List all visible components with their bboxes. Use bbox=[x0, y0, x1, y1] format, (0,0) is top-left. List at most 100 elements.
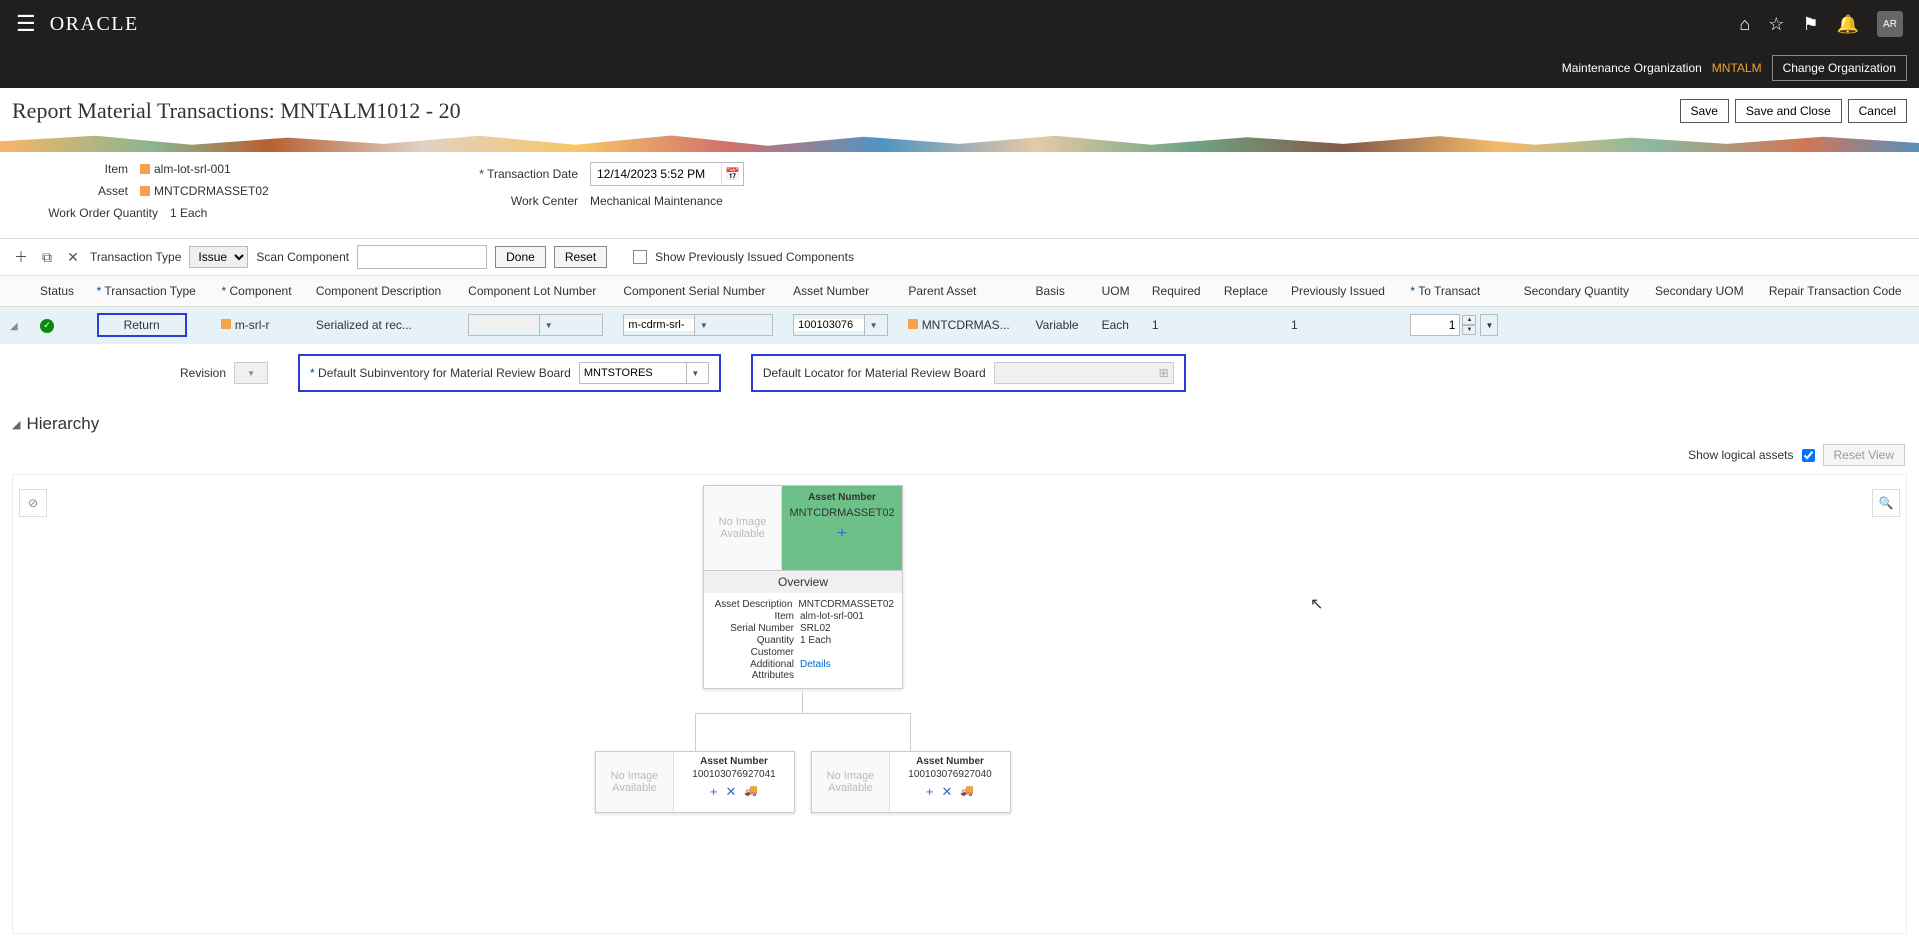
add-icon[interactable]: ＋ bbox=[12, 248, 30, 266]
col-required: Required bbox=[1142, 276, 1214, 307]
cancel-button[interactable]: Cancel bbox=[1848, 99, 1907, 123]
col-txn-type: Transaction Type bbox=[87, 276, 212, 307]
truck-icon[interactable]: 🚚 bbox=[960, 784, 974, 800]
table-row[interactable]: ◢ ✓ Return m-srl-r Serialized at rec... … bbox=[0, 307, 1919, 344]
search-icon[interactable]: ⊞ bbox=[1159, 366, 1169, 380]
asset-num-label: Asset Number bbox=[894, 756, 1006, 767]
txn-type-cell[interactable]: Return bbox=[97, 313, 187, 337]
menu-icon[interactable]: ☰ bbox=[16, 11, 36, 37]
lot-combo[interactable]: ▼ bbox=[468, 314, 603, 336]
connector bbox=[695, 713, 911, 737]
chevron-down-icon[interactable]: ▼ bbox=[1480, 314, 1498, 336]
global-header: ☰ ORACLE ⌂ ☆ ⚑ 🔔 AR bbox=[0, 0, 1919, 48]
chevron-down-icon[interactable]: ▼ bbox=[686, 363, 704, 383]
overview-label: Overview bbox=[704, 570, 902, 593]
spin-up-icon[interactable]: ▲ bbox=[1462, 315, 1476, 325]
status-ok-icon: ✓ bbox=[40, 319, 54, 333]
flag-icon[interactable]: ⚑ bbox=[1802, 14, 1818, 35]
table-toolbar: ＋ ⧉ ✕ Transaction Type Issue Scan Compon… bbox=[0, 238, 1919, 276]
home-icon[interactable]: ⌂ bbox=[1739, 14, 1750, 35]
basis-cell: Variable bbox=[1025, 307, 1091, 344]
hierarchy-node-child[interactable]: No Image Available Asset Number 10010307… bbox=[811, 751, 1011, 813]
asset-value: MNTCDRMASSET02 bbox=[140, 184, 269, 198]
search-icon[interactable]: 🔍 bbox=[1872, 489, 1900, 517]
woq-label: Work Order Quantity bbox=[40, 206, 170, 220]
hierarchy-node-child[interactable]: No Image Available Asset Number 10010307… bbox=[595, 751, 795, 813]
reset-view-button[interactable]: Reset View bbox=[1823, 444, 1905, 466]
to-transact-input[interactable]: ▲▼ ▼ bbox=[1410, 314, 1503, 336]
calendar-icon[interactable]: 📅 bbox=[721, 163, 743, 185]
hierarchy-canvas[interactable]: ⊘ 🔍 No Image Available Asset Number MNTC… bbox=[12, 474, 1907, 934]
node-asset-panel: Asset Number MNTCDRMASSET02 + bbox=[782, 486, 902, 570]
col-to-transact: To Transact bbox=[1400, 276, 1513, 307]
hierarchy-header[interactable]: ◢ Hierarchy bbox=[0, 402, 1919, 440]
plus-icon[interactable]: + bbox=[710, 784, 718, 800]
txn-type-tb-label: Transaction Type bbox=[90, 250, 181, 264]
bell-icon[interactable]: 🔔 bbox=[1837, 14, 1859, 35]
plus-icon[interactable]: + bbox=[788, 525, 896, 543]
locator-input[interactable]: ⊞ bbox=[994, 362, 1174, 384]
change-organization-button[interactable]: Change Organization bbox=[1772, 55, 1907, 81]
show-prev-checkbox[interactable] bbox=[633, 250, 647, 264]
avatar[interactable]: AR bbox=[1877, 11, 1903, 37]
delete-icon[interactable]: ✕ bbox=[64, 248, 82, 266]
item-value: alm-lot-srl-001 bbox=[140, 162, 231, 176]
asset-num-label: Asset Number bbox=[788, 492, 896, 503]
connector bbox=[695, 737, 696, 751]
col-prev: Previously Issued bbox=[1281, 276, 1400, 307]
asset-combo[interactable]: ▼ bbox=[793, 314, 888, 336]
reset-button[interactable]: Reset bbox=[554, 246, 607, 268]
org-label: Maintenance Organization bbox=[1562, 61, 1702, 75]
col-uom: UOM bbox=[1092, 276, 1142, 307]
col-desc: Component Description bbox=[306, 276, 458, 307]
hierarchy-node-main[interactable]: No Image Available Asset Number MNTCDRMA… bbox=[703, 485, 903, 689]
subinv-combo[interactable]: ▼ bbox=[579, 362, 709, 384]
txn-date-label: Transaction Date bbox=[320, 167, 590, 181]
close-icon[interactable]: ✕ bbox=[725, 784, 736, 800]
close-icon[interactable]: ✕ bbox=[941, 784, 952, 800]
star-icon[interactable]: ☆ bbox=[1768, 14, 1784, 35]
plus-icon[interactable]: + bbox=[926, 784, 934, 800]
table-wrapper: Status Transaction Type Component Compon… bbox=[0, 276, 1919, 344]
hierarchy-title: Hierarchy bbox=[26, 414, 99, 434]
txn-date-field[interactable] bbox=[591, 167, 721, 181]
collapse-icon[interactable]: ◢ bbox=[12, 418, 20, 431]
replace-cell bbox=[1214, 307, 1281, 344]
desc-cell: Serialized at rec... bbox=[306, 307, 458, 344]
page-title: Report Material Transactions: MNTALM1012… bbox=[12, 98, 461, 124]
truck-icon[interactable]: 🚚 bbox=[744, 784, 758, 800]
done-button[interactable]: Done bbox=[495, 246, 546, 268]
txn-type-select[interactable]: Issue bbox=[189, 246, 248, 268]
col-parent: Parent Asset bbox=[898, 276, 1025, 307]
expand-icon[interactable]: ◢ bbox=[10, 321, 18, 332]
chevron-down-icon[interactable]: ▼ bbox=[539, 315, 557, 335]
details-link[interactable]: Details bbox=[800, 659, 894, 681]
no-image-placeholder: No Image Available bbox=[596, 752, 674, 812]
subinv-group: Default Subinventory for Material Review… bbox=[298, 354, 721, 392]
item-icon bbox=[140, 164, 150, 174]
show-prev-label: Show Previously Issued Components bbox=[655, 250, 854, 264]
woq-value: 1 Each bbox=[170, 206, 207, 220]
txn-date-input[interactable]: 📅 bbox=[590, 162, 744, 186]
compass-icon[interactable]: ⊘ bbox=[19, 489, 47, 517]
chevron-down-icon[interactable]: ▼ bbox=[864, 315, 882, 335]
save-and-close-button[interactable]: Save and Close bbox=[1735, 99, 1842, 123]
org-bar: Maintenance Organization MNTALM Change O… bbox=[0, 48, 1919, 88]
col-status: Status bbox=[30, 276, 87, 307]
chevron-down-icon[interactable]: ▼ bbox=[694, 315, 712, 335]
locator-group: Default Locator for Material Review Boar… bbox=[751, 354, 1186, 392]
duplicate-icon[interactable]: ⧉ bbox=[38, 248, 56, 266]
col-component: Component bbox=[211, 276, 305, 307]
save-button[interactable]: Save bbox=[1680, 99, 1729, 123]
spin-down-icon[interactable]: ▼ bbox=[1462, 325, 1476, 335]
oracle-logo: ORACLE bbox=[50, 13, 139, 36]
serial-combo[interactable]: ▼ bbox=[623, 314, 773, 336]
revision-dropdown[interactable]: ▼ bbox=[234, 362, 268, 384]
sub-row: Revision ▼ Default Subinventory for Mate… bbox=[0, 344, 1919, 402]
scan-input[interactable] bbox=[357, 245, 487, 269]
title-buttons: Save Save and Close Cancel bbox=[1680, 99, 1907, 123]
show-logical-checkbox[interactable] bbox=[1802, 449, 1815, 462]
uom-cell: Each bbox=[1092, 307, 1142, 344]
asset-num-value: MNTCDRMASSET02 bbox=[788, 507, 896, 519]
hierarchy-controls: Show logical assets Reset View bbox=[0, 440, 1919, 470]
